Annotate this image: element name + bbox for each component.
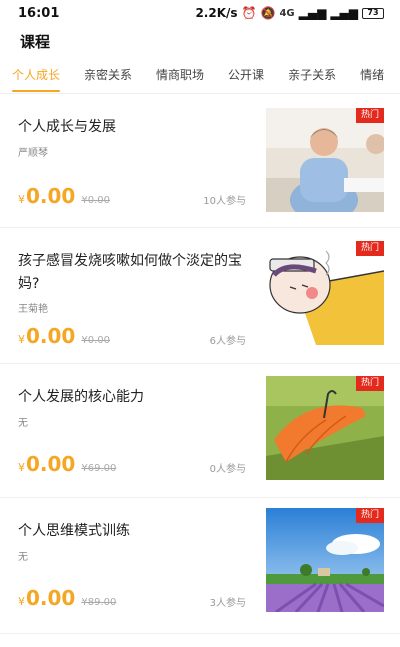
original-price: ¥69.00: [81, 463, 117, 474]
participant-count: 6人参与: [209, 336, 246, 347]
course-title: 孩子感冒发烧咳嗽如何做个淡定的宝妈?: [18, 253, 242, 292]
tab-parent-child[interactable]: 亲子关系: [276, 60, 348, 93]
current-price: 0.00: [26, 324, 76, 348]
tab-open-course[interactable]: 公开课: [216, 60, 276, 93]
course-card[interactable]: 个人思维模式训练 无 ¥ 0.00 ¥89.00 3人参与 热门: [0, 498, 400, 634]
current-price: 0.00: [26, 184, 76, 208]
course-author: 严顺琴: [18, 148, 48, 159]
course-thumbnail[interactable]: 热门: [266, 376, 384, 480]
original-price: ¥0.00: [81, 195, 110, 206]
hot-badge: 热门: [355, 241, 384, 256]
app-bar: 课程: [0, 26, 400, 56]
participant-count: 0人参与: [209, 464, 246, 475]
current-price: 0.00: [26, 452, 76, 476]
tab-intimate-relationships[interactable]: 亲密关系: [72, 60, 144, 93]
participant-count: 10人参与: [203, 196, 246, 207]
tab-eq-workplace[interactable]: 情商职场: [144, 60, 216, 93]
currency-symbol: ¥: [18, 193, 25, 206]
network-type: 4G: [279, 7, 295, 19]
battery-level: 73: [367, 8, 379, 17]
signal-icon: ▂▄▆: [298, 6, 327, 20]
course-thumbnail[interactable]: 热门: [266, 508, 384, 612]
tab-personal-growth[interactable]: 个人成长: [0, 60, 72, 93]
course-price: ¥ 0.00 ¥69.00: [18, 452, 116, 476]
wifi-icon: ▂▄▆: [330, 6, 358, 20]
status-bar: 16:01 2.2K/s ⏰ 🔕 4G ▂▄▆ ▂▄▆ 73: [0, 0, 400, 26]
orange-umbrella-photo: [266, 376, 384, 480]
currency-symbol: ¥: [18, 333, 25, 346]
original-price: ¥89.00: [81, 597, 117, 608]
alarm-icon: ⏰: [241, 6, 257, 20]
category-tabs: 个人成长 亲密关系 情商职场 公开课 亲子关系 情绪: [0, 60, 400, 94]
lavender-field-photo: [266, 508, 384, 612]
hot-badge: 热门: [355, 508, 384, 523]
course-price: ¥ 0.00 ¥89.00: [18, 586, 116, 610]
course-price: ¥ 0.00 ¥0.00: [18, 184, 110, 208]
man-consulting-photo: [266, 108, 384, 212]
course-card[interactable]: 个人发展的核心能力 无 ¥ 0.00 ¥69.00 0人参与 热门: [0, 364, 400, 498]
course-thumbnail[interactable]: 热门: [266, 241, 384, 345]
mute-icon: 🔕: [260, 6, 276, 20]
original-price: ¥0.00: [81, 335, 110, 346]
network-speed: 2.2K/s: [195, 6, 238, 20]
hot-badge: 热门: [355, 376, 384, 391]
currency-symbol: ¥: [18, 595, 25, 608]
course-price: ¥ 0.00 ¥0.00: [18, 324, 110, 348]
page-title: 课程: [20, 32, 51, 51]
hot-badge: 热门: [355, 108, 384, 123]
course-title: 个人成长与发展: [18, 119, 116, 135]
current-price: 0.00: [26, 586, 76, 610]
course-card[interactable]: 孩子感冒发烧咳嗽如何做个淡定的宝妈? 王菊艳 ¥ 0.00 ¥0.00 6人参与…: [0, 228, 400, 364]
course-card[interactable]: 个人成长与发展 严顺琴 ¥ 0.00 ¥0.00 10人参与 热门: [0, 94, 400, 228]
battery-icon: 73: [362, 7, 384, 19]
tab-emotion[interactable]: 情绪: [348, 60, 396, 93]
course-title: 个人思维模式训练: [18, 523, 130, 539]
status-icons: 2.2K/s ⏰ 🔕 4G ▂▄▆ ▂▄▆ 73: [195, 6, 384, 20]
currency-symbol: ¥: [18, 461, 25, 474]
course-author: 王菊艳: [18, 304, 48, 315]
course-author: 无: [18, 552, 28, 563]
course-author: 无: [18, 418, 28, 429]
course-title: 个人发展的核心能力: [18, 389, 144, 405]
sick-child-cartoon: [266, 241, 384, 345]
participant-count: 3人参与: [209, 598, 246, 609]
course-thumbnail[interactable]: 热门: [266, 108, 384, 212]
status-time: 16:01: [18, 5, 60, 21]
